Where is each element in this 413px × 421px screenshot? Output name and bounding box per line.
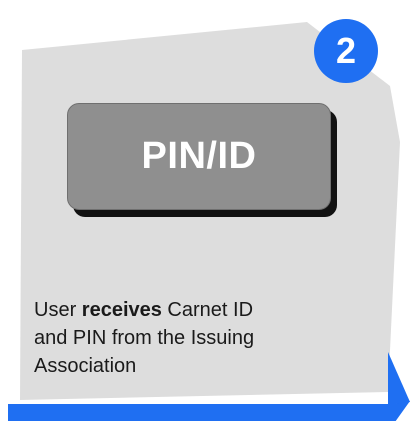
pin-id-box: PIN/ID [67, 103, 331, 210]
description-line-1: User receives Carnet ID [34, 296, 354, 324]
description-line1-rest: Carnet ID [161, 299, 254, 321]
step-number: 2 [335, 30, 357, 71]
description-prefix: User [34, 299, 82, 321]
step-description: User receives Carnet ID and PIN from the… [34, 296, 354, 380]
card-footer-arrow-tip [388, 352, 410, 404]
description-line-3: Association [34, 355, 137, 377]
description-emphasis: receives [81, 299, 162, 321]
step-number-badge: 2 [314, 19, 378, 83]
pin-id-label: PIN/ID [141, 135, 257, 177]
step-card: 2 PIN/ID User receives Carnet ID and PIN… [0, 0, 413, 421]
description-line-2: and PIN from the Issuing [34, 327, 255, 349]
card-footer-arrow [8, 400, 410, 421]
